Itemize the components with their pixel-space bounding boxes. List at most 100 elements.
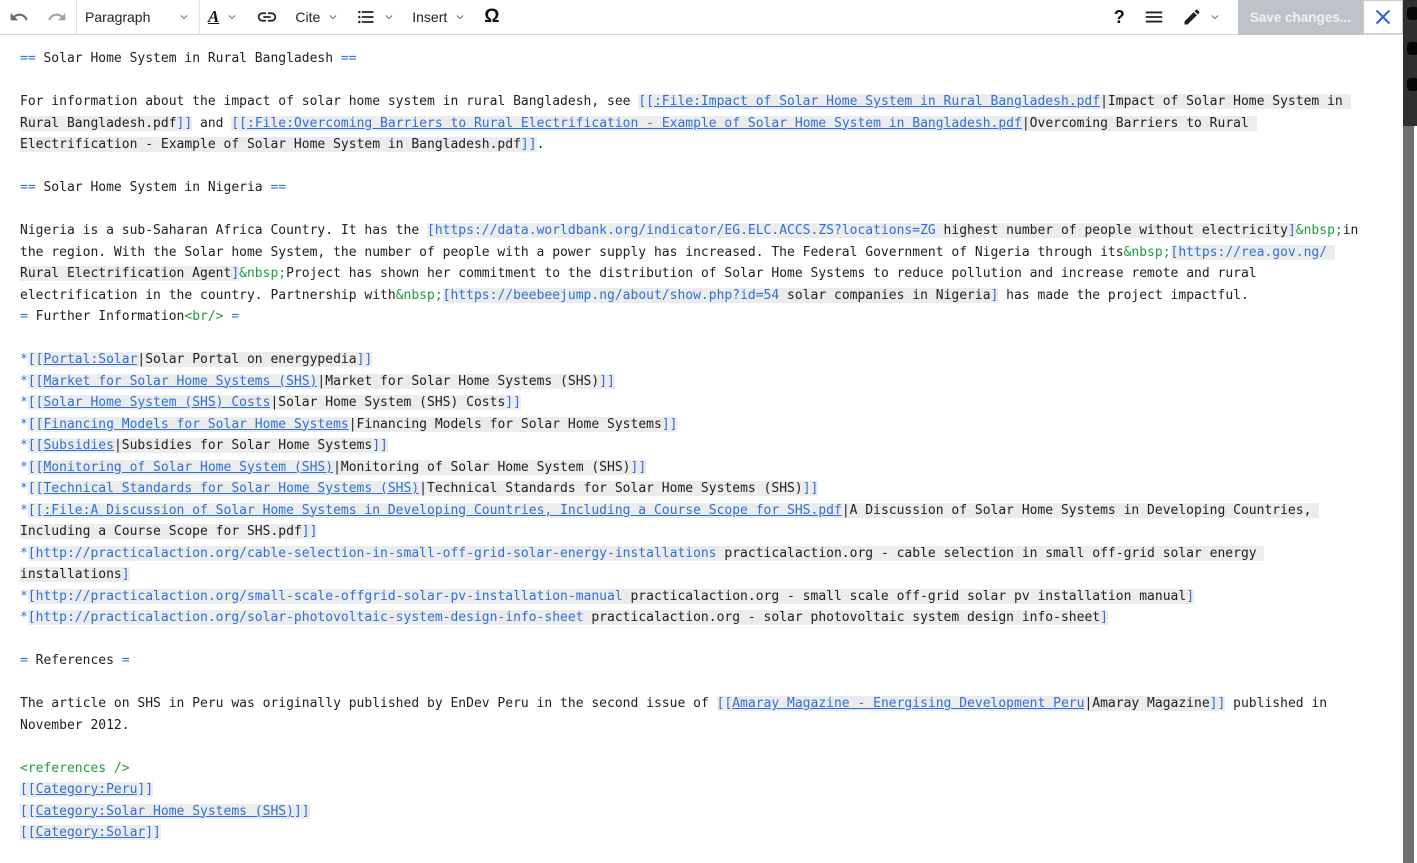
menu-button[interactable] [1134,0,1174,34]
code-line[interactable]: *[http://practicalaction.org/cable-selec… [20,543,1403,565]
undo-button[interactable] [0,0,38,34]
code-line[interactable]: installations] [20,564,1403,586]
close-button[interactable] [1363,0,1403,34]
code-line[interactable]: == Solar Home System in Rural Bangladesh… [20,48,1403,70]
redo-arrow-icon [47,7,67,27]
code-line[interactable] [20,199,1403,221]
link-button[interactable] [247,0,287,34]
pencil-icon [1182,7,1202,27]
code-segment: [[ [28,503,44,518]
code-segment: Rural Bangladesh.pdf [20,116,177,131]
chain-link-icon [256,6,278,28]
code-segment: ] [122,567,130,582]
code-segment: |Solar Home System (SHS) Costs [270,395,505,410]
code-line[interactable]: *[[Financing Models for Solar Home Syste… [20,414,1403,436]
code-line[interactable]: Rural Electrification Agent]&nbsp;Projec… [20,263,1403,285]
editor-content[interactable]: == Solar Home System in Rural Bangladesh… [0,36,1403,863]
toolbar-left-group: Paragraph A Cite Insert Ω [0,0,509,34]
code-segment: electrification in the country. Partners… [20,288,396,303]
code-segment: [[ [231,116,247,131]
code-line[interactable]: *[[:File:A Discussion of Solar Home Syst… [20,500,1403,522]
save-changes-button[interactable]: Save changes... [1238,0,1363,35]
code-segment: == [20,51,36,66]
code-line[interactable]: [[Category:Peru]] [20,779,1403,801]
code-line[interactable] [20,328,1403,350]
code-segment: &nbsp; [1296,223,1343,238]
code-segment: installations [20,567,122,582]
code-line[interactable]: Including a Course Scope for SHS.pdf]] [20,521,1403,543]
code-line[interactable]: electrification in the country. Partners… [20,285,1403,307]
paragraph-format-dropdown[interactable]: Paragraph [77,0,199,34]
code-segment: ]] [662,417,678,432]
code-line[interactable]: *[[Subsidies|Subsidies for Solar Home Sy… [20,435,1403,457]
code-line[interactable]: <references /> [20,758,1403,780]
text-style-dropdown[interactable]: A [200,0,247,34]
code-line[interactable]: *[http://practicalaction.org/small-scale… [20,586,1403,608]
code-line[interactable]: *[http://practicalaction.org/solar-photo… [20,607,1403,629]
code-segment: |Technical Standards for Solar Home Syst… [419,481,803,496]
code-segment: Solar Home System in Nigeria [36,180,271,195]
code-segment: |Financing Models for Solar Home Systems [349,417,662,432]
code-line[interactable]: the region. With the Solar home System, … [20,242,1403,264]
chevron-down-icon [225,10,239,24]
scrollbar-thumb[interactable] [1403,126,1414,863]
code-line[interactable] [20,672,1403,694]
code-line[interactable] [20,70,1403,92]
help-button[interactable]: ? [1105,0,1134,34]
code-segment: ]] [631,460,647,475]
code-segment: Market for Solar Home Systems (SHS) [43,374,317,389]
code-segment: [http://practicalaction.org/small-scale-… [28,589,623,604]
code-line[interactable]: == Solar Home System in Nigeria == [20,177,1403,199]
code-segment: . [537,137,545,152]
code-segment: <br/> [184,309,223,324]
code-segment: * [20,610,28,625]
code-line[interactable]: = References = [20,650,1403,672]
code-line[interactable]: = Further Information<br/> = [20,306,1403,328]
code-line[interactable]: The article on SHS in Peru was originall… [20,693,1403,715]
code-segment: practicalaction.org - small scale off-gr… [623,589,1187,604]
code-segment: Category:Solar Home Systems (SHS) [36,804,294,819]
redo-button[interactable] [38,0,76,34]
code-segment: |Impact of Solar Home System in [1100,94,1350,109]
code-line[interactable]: Electrification - Example of Solar Home … [20,134,1403,156]
code-line[interactable]: *[[Monitoring of Solar Home System (SHS)… [20,457,1403,479]
edit-mode-dropdown[interactable] [1174,0,1230,34]
code-segment: Solar Home System in Rural Bangladesh [36,51,341,66]
code-line[interactable]: For information about the impact of sola… [20,91,1403,113]
code-line[interactable] [20,629,1403,651]
code-segment: * [20,546,28,561]
code-line[interactable]: *[[Portal:Solar|Solar Portal on energype… [20,349,1403,371]
code-segment: [http://practicalaction.org/solar-photov… [28,610,584,625]
chevron-down-icon [382,10,396,24]
code-line[interactable]: *[[Solar Home System (SHS) Costs|Solar H… [20,392,1403,414]
list-structure-dropdown[interactable] [348,0,404,34]
code-segment: [[ [28,417,44,432]
insert-dropdown[interactable]: Insert [404,0,475,34]
code-line[interactable]: [[Category:Solar Home Systems (SHS)]] [20,801,1403,823]
code-line[interactable]: *[[Market for Solar Home Systems (SHS)|M… [20,371,1403,393]
code-segment: == [341,51,357,66]
code-segment: * [20,481,28,496]
toolbar-right-group: ? Save changes... [1105,0,1403,34]
code-segment: [[ [28,438,44,453]
code-segment: * [20,417,28,432]
code-segment: [http://practicalaction.org/cable-select… [28,546,717,561]
code-line[interactable]: Rural Bangladesh.pdf]] and [[:File:Overc… [20,113,1403,135]
code-segment: * [20,352,28,367]
code-segment: Rural Electrification Agent [20,266,231,281]
code-line[interactable]: November 2012. [20,715,1403,737]
cite-dropdown[interactable]: Cite [287,0,348,34]
code-segment: practicalaction.org - cable selection in… [717,546,1265,561]
code-segment: [[ [638,94,654,109]
code-line[interactable] [20,736,1403,758]
code-line[interactable] [20,156,1403,178]
code-line[interactable]: Nigeria is a sub-Saharan Africa Country.… [20,220,1403,242]
code-segment: References [28,653,122,668]
code-line[interactable]: [[Category:Solar]] [20,822,1403,844]
code-segment: ]] [294,804,310,819]
code-segment: ]] [1210,696,1226,711]
code-segment: ]] [521,137,537,152]
special-character-button[interactable]: Ω [475,0,508,34]
code-line[interactable]: *[[Technical Standards for Solar Home Sy… [20,478,1403,500]
code-segment: ]] [302,524,318,539]
